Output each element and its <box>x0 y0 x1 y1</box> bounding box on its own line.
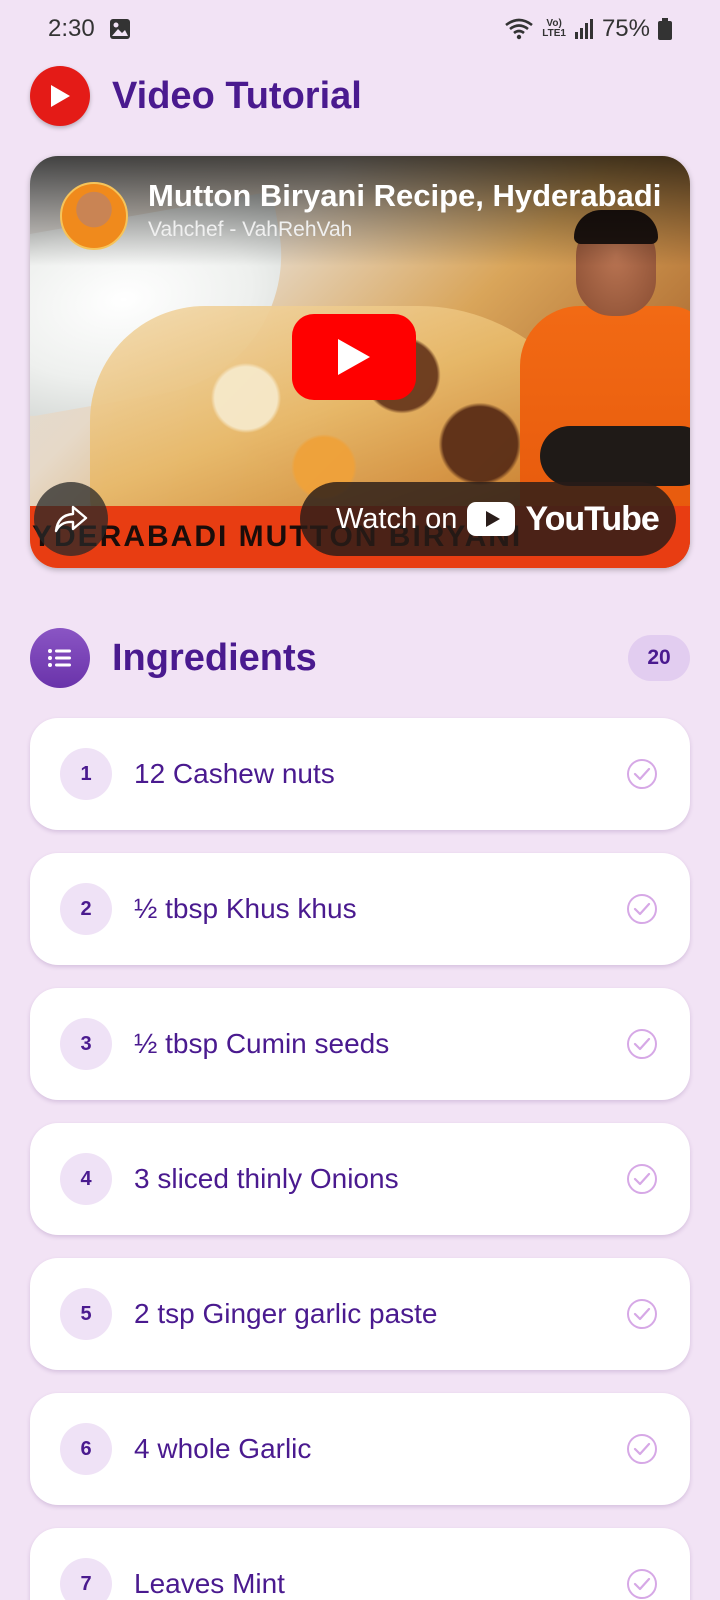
list-item[interactable]: 1 12 Cashew nuts <box>30 718 690 830</box>
check-circle-icon[interactable] <box>626 1298 658 1330</box>
battery-percent: 75% <box>601 15 650 42</box>
item-number: 1 <box>60 748 112 800</box>
watch-on-youtube-button[interactable]: Watch on YouTube <box>300 482 676 556</box>
gallery-icon <box>109 18 131 40</box>
item-number: 5 <box>60 1288 112 1340</box>
list-item[interactable]: 3 ½ tbsp Cumin seeds <box>30 988 690 1100</box>
share-button[interactable] <box>34 482 108 556</box>
list-item[interactable]: 6 4 whole Garlic <box>30 1393 690 1505</box>
item-number: 6 <box>60 1423 112 1475</box>
ingredient-text: ½ tbsp Cumin seeds <box>134 1028 390 1059</box>
item-number: 4 <box>60 1153 112 1205</box>
check-circle-icon[interactable] <box>626 1028 658 1060</box>
video-tutorial-header: Video Tutorial <box>30 66 362 126</box>
play-button[interactable] <box>292 314 416 400</box>
ingredient-list: 1 12 Cashew nuts 2 ½ tbsp Khus khus 3 ½ … <box>30 718 690 1600</box>
lte-icon: Vo) LTE1 <box>542 19 566 39</box>
share-icon <box>54 505 88 533</box>
check-circle-icon[interactable] <box>626 1433 658 1465</box>
video-title[interactable]: Mutton Biryani Recipe, Hyderabadi <box>148 178 668 214</box>
list-item[interactable]: 4 3 sliced thinly Onions <box>30 1123 690 1235</box>
youtube-play-icon <box>30 66 90 126</box>
status-left: 2:30 <box>48 15 131 43</box>
youtube-logo-icon <box>467 502 516 536</box>
ingredient-text: Leaves Mint <box>134 1568 285 1599</box>
ingredients-title: Ingredients <box>112 636 317 679</box>
ingredient-text: ½ tbsp Khus khus <box>134 893 357 924</box>
play-icon <box>338 339 370 375</box>
check-circle-icon[interactable] <box>626 1568 658 1600</box>
item-number: 7 <box>60 1558 112 1600</box>
youtube-video-player[interactable]: Mutton Biryani Recipe, Hyderabadi Vahche… <box>30 156 690 568</box>
wifi-icon <box>504 17 534 41</box>
ingredient-text: 3 sliced thinly Onions <box>134 1163 399 1194</box>
status-right: Vo) LTE1 75% <box>504 15 672 43</box>
lte-label-bottom: LTE1 <box>542 28 566 39</box>
item-number: 2 <box>60 883 112 935</box>
list-item[interactable]: 5 2 tsp Ginger garlic paste <box>30 1258 690 1370</box>
item-number: 3 <box>60 1018 112 1070</box>
status-time: 2:30 <box>48 15 95 42</box>
ingredient-text: 2 tsp Ginger garlic paste <box>134 1298 438 1329</box>
ingredients-header: Ingredients 20 <box>30 628 690 688</box>
status-bar: 2:30 Vo) LTE1 75% <box>0 0 720 58</box>
check-circle-icon[interactable] <box>626 893 658 925</box>
signal-icon <box>574 18 594 40</box>
check-circle-icon[interactable] <box>626 758 658 790</box>
youtube-wordmark: YouTube <box>525 499 659 538</box>
watch-on-label: Watch on <box>336 502 458 535</box>
battery-icon <box>658 18 672 40</box>
ingredient-text: 12 Cashew nuts <box>134 758 335 789</box>
list-item[interactable]: 7 Leaves Mint <box>30 1528 690 1600</box>
ingredient-text: 4 whole Garlic <box>134 1433 312 1464</box>
page-title: Video Tutorial <box>112 74 362 117</box>
list-icon <box>30 628 90 688</box>
list-item[interactable]: 2 ½ tbsp Khus khus <box>30 853 690 965</box>
ingredient-count-badge: 20 <box>628 635 690 681</box>
check-circle-icon[interactable] <box>626 1163 658 1195</box>
channel-avatar[interactable] <box>60 182 128 250</box>
video-channel-name[interactable]: Vahchef - VahRehVah <box>148 218 352 242</box>
